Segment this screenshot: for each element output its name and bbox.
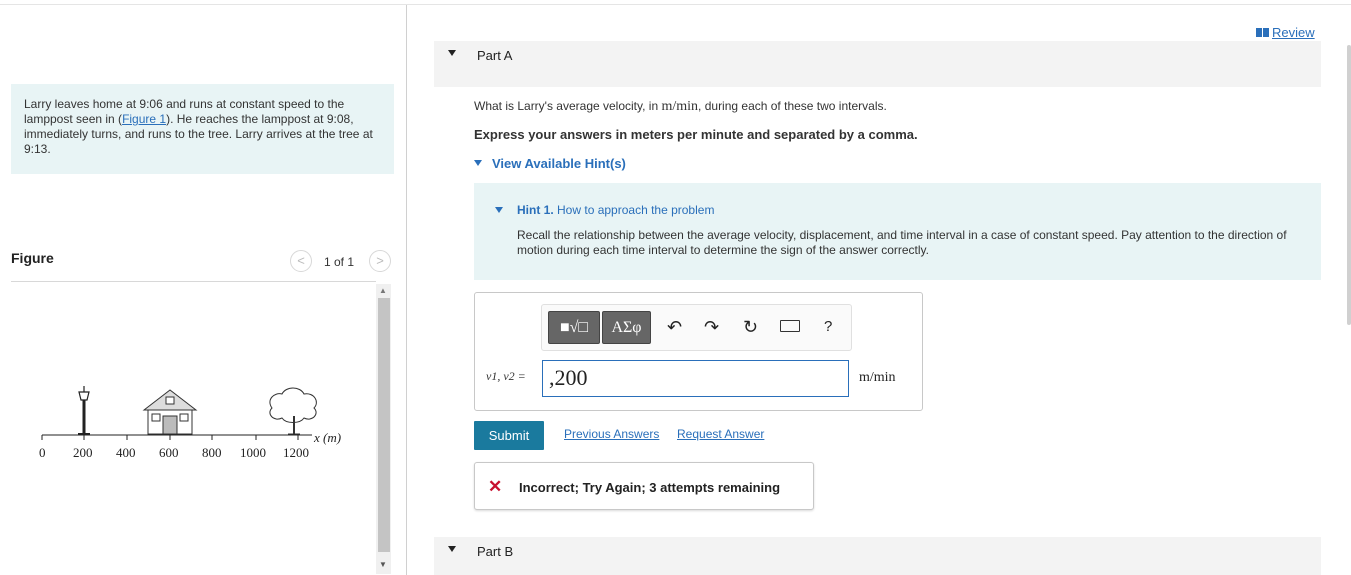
part-a-header[interactable]: Part A (434, 41, 1321, 87)
request-answer-link[interactable]: Request Answer (677, 427, 764, 441)
question-unit: m/min (661, 99, 699, 114)
question-suffix: , during each of these two intervals. (698, 99, 887, 113)
hint-panel: Hint 1. How to approach the problem Reca… (474, 183, 1321, 280)
x-icon: ✕ (488, 477, 503, 496)
axis-label: x (m) (313, 430, 341, 445)
hint-number: Hint 1. (517, 203, 554, 217)
house-icon (142, 389, 198, 435)
tree-icon (269, 387, 317, 435)
figure-separator (11, 281, 376, 282)
templates-button[interactable]: ■√□ (548, 311, 600, 344)
answer-box: ■√□ ΑΣφ ↶ ↷ ↻ ? v1, v2 = ,200 m/min (474, 292, 923, 411)
figure-scrollbar[interactable]: ▲ ▼ (376, 284, 391, 574)
chevron-right-icon[interactable]: > (369, 250, 391, 272)
panel-divider (406, 5, 407, 575)
keyboard-icon[interactable] (780, 320, 800, 332)
review-link[interactable]: Review (1256, 25, 1315, 40)
figure-diagram: 0 200 400 600 800 1000 1200 x (m) (39, 386, 341, 460)
tick-label: 1200 (283, 445, 309, 460)
figure-header: Figure < 1 of 1 > (11, 250, 394, 274)
previous-answers-link[interactable]: Previous Answers (564, 427, 659, 441)
part-a-label: Part A (477, 48, 513, 63)
review-label: Review (1272, 25, 1315, 40)
caret-down-icon (448, 546, 456, 552)
scroll-down-icon[interactable]: ▼ (379, 560, 387, 569)
greek-symbols-button[interactable]: ΑΣφ (602, 311, 651, 344)
question-text: What is Larry's average velocity, in m/m… (474, 99, 887, 115)
hint-body: Recall the relationship between the aver… (517, 228, 1287, 257)
reset-icon[interactable]: ↻ (743, 317, 758, 337)
figure-link[interactable]: Figure 1 (122, 112, 166, 126)
axis-tick-marks (41, 435, 299, 440)
chevron-left-icon[interactable]: < (290, 250, 312, 272)
view-hints-toggle[interactable]: View Available Hint(s) (474, 156, 626, 171)
tick-label: 0 (39, 445, 46, 460)
scroll-up-icon[interactable]: ▲ (379, 286, 387, 295)
caret-down-icon (474, 160, 482, 166)
tick-label: 600 (159, 445, 179, 460)
undo-icon[interactable]: ↶ (667, 317, 682, 337)
feedback-box: ✕ Incorrect; Try Again; 3 attempts remai… (474, 462, 814, 510)
part-b-label: Part B (477, 544, 514, 559)
math-toolbar: ■√□ ΑΣφ ↶ ↷ ↻ ? (541, 304, 852, 351)
caret-down-icon (448, 50, 456, 56)
tick-label: 200 (73, 445, 93, 460)
question-prefix: What is Larry's average velocity, in (474, 99, 662, 113)
redo-icon[interactable]: ↷ (704, 317, 719, 337)
figure-title: Figure (11, 250, 54, 266)
hint-header[interactable]: Hint 1. How to approach the problem (495, 203, 714, 217)
help-button[interactable]: ? (824, 317, 832, 337)
feedback-text: Incorrect; Try Again; 3 attempts remaini… (519, 480, 781, 495)
answer-variable-label: v1, v2 = (486, 369, 526, 383)
top-border (0, 4, 1351, 5)
lamppost-icon (78, 386, 90, 435)
tick-label: 800 (202, 445, 222, 460)
answer-input[interactable]: ,200 (542, 360, 849, 397)
answer-unit: m/min (859, 370, 896, 385)
problem-statement: Larry leaves home at 9:06 and runs at co… (11, 84, 394, 174)
scroll-thumb[interactable] (378, 298, 390, 552)
figure-count: 1 of 1 (324, 255, 355, 269)
part-b-header[interactable]: Part B (434, 537, 1321, 575)
tick-label: 1000 (240, 445, 266, 460)
express-instructions: Express your answers in meters per minut… (474, 127, 918, 142)
hint-title: How to approach the problem (557, 203, 715, 217)
submit-button[interactable]: Submit (474, 421, 544, 450)
tick-label: 400 (116, 445, 136, 460)
hints-toggle-label: View Available Hint(s) (492, 156, 626, 171)
caret-down-icon (495, 207, 503, 213)
page-scrollbar[interactable] (1347, 45, 1351, 325)
book-icon (1256, 28, 1269, 37)
